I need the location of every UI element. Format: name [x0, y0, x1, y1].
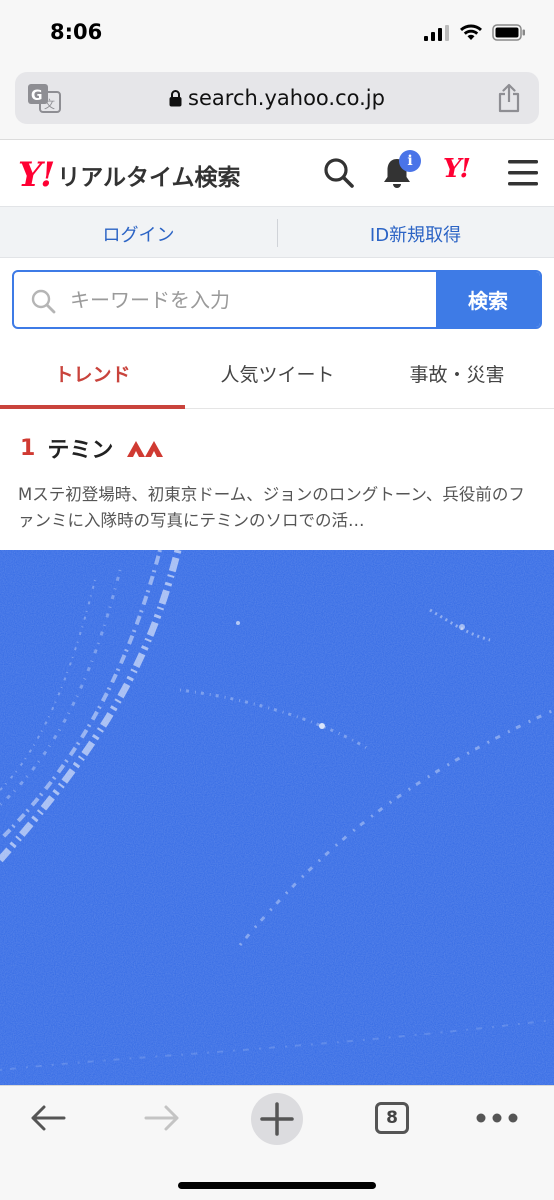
search-icon[interactable] [322, 156, 356, 190]
battery-icon [492, 24, 525, 41]
hamburger-menu-icon[interactable] [507, 158, 539, 188]
url-display[interactable]: search.yahoo.co.jp [15, 86, 539, 110]
tab-popular-tweets[interactable]: 人気ツイート [185, 343, 370, 409]
trend-image[interactable] [0, 550, 554, 1085]
back-arrow-icon[interactable] [28, 1102, 68, 1134]
lock-icon [169, 90, 182, 107]
status-time: 8:06 [50, 20, 103, 44]
site-header: Y! リアルタイム検索 i Y! [0, 140, 554, 206]
active-tab-indicator [0, 405, 185, 409]
forward-arrow-icon[interactable] [142, 1102, 182, 1134]
trend-item-header[interactable]: 1 テミン [20, 432, 165, 464]
yahoo-home-icon[interactable]: Y! [443, 154, 471, 184]
tab-accidents-disasters[interactable]: 事故・災害 [360, 343, 554, 409]
notification-badge: i [399, 150, 421, 172]
search-form: 検索 [12, 270, 542, 329]
category-tabs: トレンド 人気ツイート 事故・災害 [0, 343, 554, 409]
image-texture [0, 550, 554, 1085]
login-link[interactable]: ログイン [0, 221, 277, 247]
status-icons [424, 24, 526, 41]
yahoo-logo-mark: Y! [18, 155, 55, 195]
home-indicator [178, 1182, 376, 1189]
status-bar: 8:06 [0, 0, 554, 62]
notification-button[interactable]: i [380, 150, 421, 190]
browser-toolbar: G 文 search.yahoo.co.jp [0, 62, 554, 140]
cellular-signal-icon [424, 24, 449, 41]
address-bar[interactable]: G 文 search.yahoo.co.jp [15, 72, 539, 124]
url-text: search.yahoo.co.jp [188, 86, 385, 110]
yahoo-realtime-logo[interactable]: Y! リアルタイム検索 [18, 155, 241, 195]
account-bar: ログイン ID新規取得 [0, 206, 554, 258]
new-tab-plus-icon[interactable] [250, 1092, 304, 1146]
tab-trend[interactable]: トレンド [0, 343, 185, 409]
browser-bottom-nav: 8 [0, 1085, 554, 1200]
search-button[interactable]: 検索 [436, 272, 540, 327]
tab-switcher-button[interactable]: 8 [375, 1102, 409, 1134]
share-icon[interactable] [497, 83, 521, 113]
more-options-icon[interactable] [476, 1112, 518, 1124]
trend-rank: 1 [20, 435, 36, 461]
search-input[interactable] [70, 272, 436, 327]
site-title: リアルタイム検索 [57, 165, 241, 191]
register-link[interactable]: ID新規取得 [277, 221, 554, 247]
trend-keyword[interactable]: テミン [47, 432, 113, 464]
trend-description[interactable]: Mステ初登場時、初東京ドーム、ジョンのロングトーン、兵役前のファンミに入隊時の写… [18, 482, 536, 534]
search-field-icon [31, 289, 56, 314]
wifi-icon [460, 24, 482, 40]
trend-up-arrows-icon [125, 437, 165, 459]
